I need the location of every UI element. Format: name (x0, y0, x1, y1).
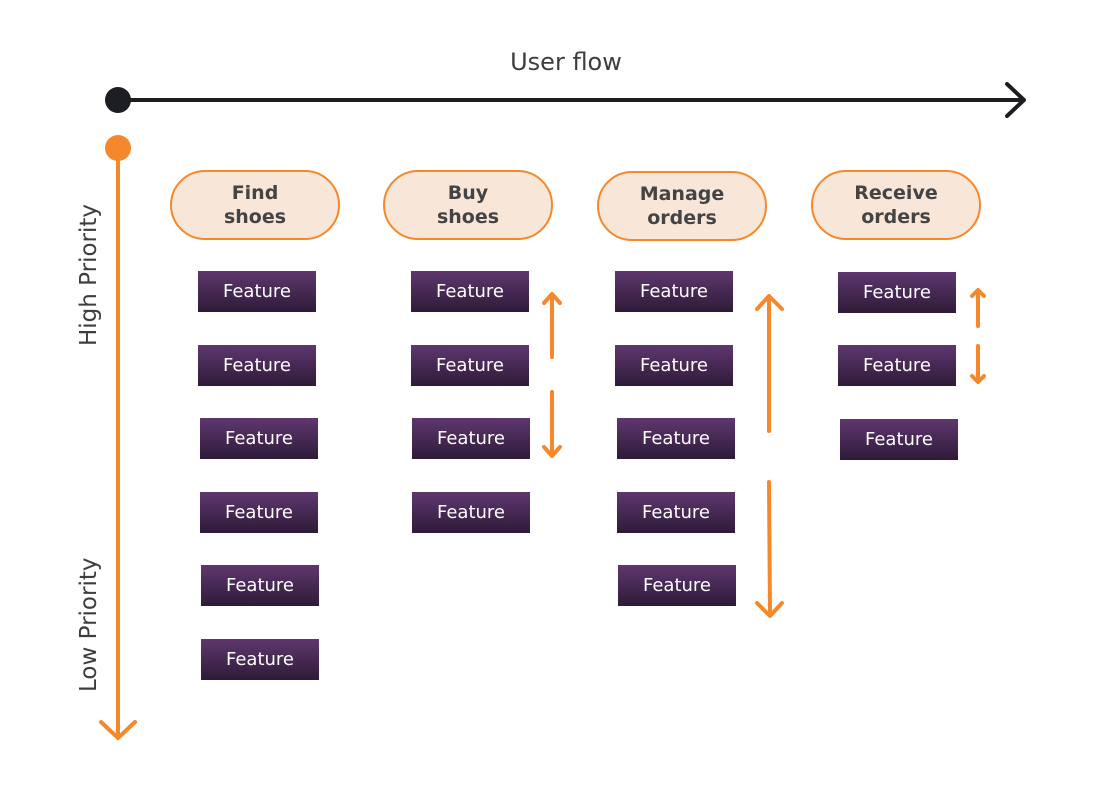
feature-card[interactable]: Feature (615, 345, 733, 386)
activity-label-line2: orders (647, 207, 717, 229)
priority-start-dot (105, 135, 131, 161)
reorder-arrows-manage-orders (755, 294, 784, 618)
feature-card[interactable]: Feature (615, 271, 733, 312)
feature-card[interactable]: Feature (840, 419, 958, 460)
activity-label-line2: orders (861, 206, 931, 228)
activity-label-line1: Receive (854, 182, 938, 204)
activity-label-line1: Buy (447, 182, 489, 204)
feature-card[interactable]: Feature (412, 492, 530, 533)
feature-card[interactable]: Feature (838, 272, 956, 313)
activity-manage-orders[interactable]: Manage orders (597, 171, 767, 241)
feature-card[interactable]: Feature (198, 345, 316, 386)
feature-card[interactable]: Feature (618, 565, 736, 606)
activity-label-line1: Find (231, 182, 279, 204)
reorder-arrows-buy-shoes (542, 292, 562, 458)
user-flow-start-dot (105, 87, 131, 113)
feature-card[interactable]: Feature (412, 418, 530, 459)
feature-card[interactable]: Feature (200, 418, 318, 459)
reorder-arrows-receive-orders (970, 288, 986, 384)
user-flow-title: User flow (510, 48, 622, 76)
activity-find-shoes[interactable]: Find shoes (170, 170, 340, 240)
diagram-canvas (99, 82, 1026, 740)
feature-card[interactable]: Feature (617, 418, 735, 459)
low-priority-label: Low Priority (76, 557, 102, 692)
feature-card[interactable]: Feature (201, 565, 319, 606)
activity-label-line2: shoes (223, 206, 287, 228)
feature-card[interactable]: Feature (200, 492, 318, 533)
activity-buy-shoes[interactable]: Buy shoes (383, 170, 553, 240)
high-priority-label: High Priority (76, 203, 102, 346)
feature-card[interactable]: Feature (838, 345, 956, 386)
feature-card[interactable]: Feature (411, 271, 529, 312)
feature-card[interactable]: Feature (617, 492, 735, 533)
activity-label-line1: Manage (639, 183, 725, 205)
feature-card[interactable]: Feature (411, 345, 529, 386)
activity-receive-orders[interactable]: Receive orders (811, 170, 981, 240)
activity-label-line2: shoes (436, 206, 500, 228)
feature-card[interactable]: Feature (201, 639, 319, 680)
feature-card[interactable]: Feature (198, 271, 316, 312)
